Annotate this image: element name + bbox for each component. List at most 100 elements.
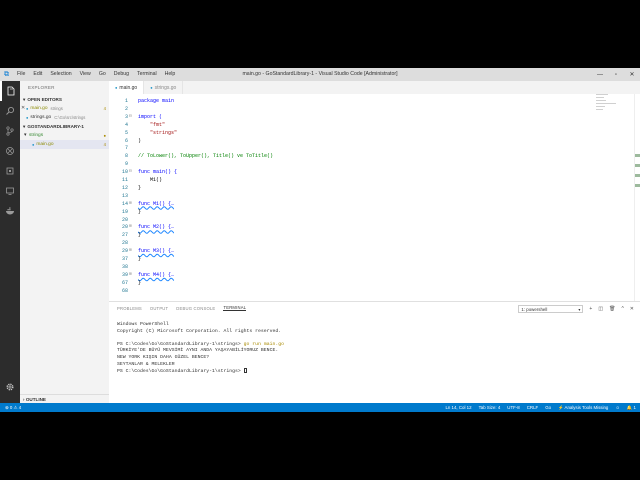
menu-go[interactable]: Go (95, 68, 110, 81)
line-number: 11 (121, 177, 128, 183)
bottom-panel: PROBLEMS OUTPUT DEBUG CONSOLE TERMINAL 1… (109, 301, 640, 403)
line-number: 20 (121, 224, 128, 231)
code-line[interactable]: "strings" (138, 130, 177, 136)
docker-icon[interactable] (0, 201, 20, 221)
file-main-go[interactable]: ● main.go 4 (20, 140, 109, 149)
code-line[interactable]: } (138, 185, 141, 191)
maximize-button[interactable]: ▫ (608, 68, 624, 81)
code-line[interactable]: import ( (138, 114, 162, 120)
fold-toggle-icon[interactable]: ⊟ (129, 169, 135, 174)
go-file-icon: ● (115, 85, 118, 90)
overview-ruler[interactable] (634, 94, 640, 301)
folder-strings[interactable]: ▾ strings ● (20, 131, 109, 140)
line-number: 9 (124, 161, 128, 168)
menu-file[interactable]: File (13, 68, 29, 81)
feedback-icon[interactable]: ☺ (615, 405, 619, 410)
tab-debug-console[interactable]: DEBUG CONSOLE (176, 306, 215, 311)
cursor-position-status[interactable]: Ln 14, Col 12 (445, 405, 471, 410)
vscode-window: ⧉ File Edit Selection View Go Debug Term… (0, 68, 640, 412)
menu-selection[interactable]: Selection (46, 68, 75, 81)
search-icon[interactable] (0, 101, 20, 121)
explorer-icon[interactable] (0, 81, 20, 101)
code-line[interactable]: package main (138, 98, 174, 104)
go-file-icon: ● (150, 85, 153, 90)
eol-status[interactable]: CRLF (527, 405, 538, 410)
settings-gear-icon[interactable] (0, 377, 20, 397)
fold-toggle-icon[interactable]: ⊟ (129, 114, 135, 119)
line-number: 38 (121, 263, 128, 270)
close-window-button[interactable]: ✕ (624, 68, 640, 81)
tab-strings-go[interactable]: ● strings.go (144, 81, 184, 94)
minimize-button[interactable]: — (592, 68, 608, 81)
open-editor-item-strings[interactable]: ● strings.go C:\Go\src\strings (20, 113, 109, 122)
terminal-prompt: PS C:\Codes\Go\GoStandardLibrary-1\strin… (117, 341, 244, 347)
maximize-panel-icon[interactable]: ^ (621, 306, 623, 312)
terminal-output[interactable]: Windows PowerShell Copyright (C) Microso… (117, 322, 284, 376)
code-line[interactable]: // ToLower(), ToUpper(), Title() ve ToTi… (138, 153, 273, 159)
source-control-icon[interactable] (0, 121, 20, 141)
title-bar: ⧉ File Edit Selection View Go Debug Term… (0, 68, 640, 81)
code-line[interactable]: "fmt" (138, 122, 165, 128)
open-editors-section[interactable]: ▾ OPEN EDITORS (20, 95, 109, 104)
extensions-icon[interactable] (0, 161, 20, 181)
language-status[interactable]: Go (545, 405, 551, 410)
line-number: 37 (121, 256, 128, 262)
panel-actions: 1: powershell ▾ + ◫ 🗑 ^ ✕ (518, 305, 634, 313)
line-number: 19 (121, 208, 128, 215)
line-number: 27 (121, 232, 128, 239)
menu-edit[interactable]: Edit (29, 68, 46, 81)
code-line[interactable]: } (138, 232, 141, 238)
workspace-section[interactable]: ▾ GOSTANDARDLIBRARY-1 (20, 122, 109, 131)
terminal-line: SEYTANLAR & MELEKLER (117, 361, 175, 367)
code-editor[interactable]: 1 package main 2 3 ⊟ import (4 "fmt" 5 "string… (109, 94, 640, 301)
remote-icon[interactable] (0, 181, 20, 201)
line-number: 6 (124, 137, 128, 144)
open-editor-name: main.go (30, 106, 48, 111)
code-line[interactable]: func M3() {… (138, 248, 174, 254)
open-editor-name: strings.go (30, 115, 52, 120)
tab-problems[interactable]: PROBLEMS (117, 306, 142, 311)
folder-name: strings (29, 133, 44, 138)
menu-terminal[interactable]: Terminal (133, 68, 161, 81)
trash-icon[interactable]: 🗑 (609, 306, 615, 312)
problems-status[interactable]: ⊗ 0 ⚠ 4 (5, 405, 21, 411)
window-controls: — ▫ ✕ (592, 68, 640, 81)
line-number: 5 (124, 129, 128, 136)
notifications-bell-icon[interactable]: 🔔 1 (627, 405, 636, 411)
terminal-select[interactable]: 1: powershell ▾ (518, 305, 584, 313)
add-terminal-icon[interactable]: + (589, 306, 592, 312)
code-line[interactable]: func M4() {… (138, 272, 174, 278)
analysis-tools-status[interactable]: ⚡ Analysis Tools Missing (558, 405, 608, 411)
line-number: 7 (124, 145, 128, 152)
minimap[interactable] (596, 94, 626, 134)
fold-toggle-icon[interactable]: ⊞ (129, 201, 135, 206)
line-number: 28 (121, 240, 128, 247)
tab-main-go[interactable]: ● main.go (109, 81, 145, 94)
fold-toggle-icon[interactable]: ⊞ (129, 224, 135, 229)
fold-toggle-icon[interactable]: ⊞ (129, 248, 135, 253)
code-line[interactable]: ) (138, 138, 141, 144)
go-file-icon: ● (26, 115, 29, 120)
code-line[interactable]: func M1() {… (138, 201, 174, 207)
tab-output[interactable]: OUTPUT (150, 306, 168, 311)
code-line[interactable]: } (138, 256, 141, 262)
tab-size-status[interactable]: Tab Size: 4 (479, 405, 501, 410)
debug-icon[interactable] (0, 141, 20, 161)
encoding-status[interactable]: UTF-8 (507, 405, 519, 410)
fold-toggle-icon[interactable]: ⊞ (129, 272, 135, 277)
code-line[interactable]: M1() (138, 177, 162, 183)
menu-debug[interactable]: Debug (110, 68, 133, 81)
open-editor-item-main[interactable]: ✕ ● main.go strings 4 (20, 104, 109, 113)
split-terminal-icon[interactable]: ◫ (598, 306, 603, 312)
menu-view[interactable]: View (76, 68, 95, 81)
go-file-icon: ● (32, 142, 35, 147)
code-line[interactable]: func main() { (138, 169, 177, 175)
code-line[interactable]: func M2() {… (138, 224, 174, 230)
terminal-line: TÜRKİYE'DE BÜYÜ MEVSİMİ AYNI ANDA YAŞAYA… (117, 348, 279, 354)
tab-terminal[interactable]: TERMINAL (223, 305, 247, 311)
menu-help[interactable]: Help (161, 68, 180, 81)
close-panel-icon[interactable]: ✕ (630, 306, 634, 312)
outline-section[interactable]: › OUTLINE (20, 394, 109, 403)
code-line[interactable]: } (138, 280, 141, 286)
code-line[interactable]: } (138, 209, 141, 215)
